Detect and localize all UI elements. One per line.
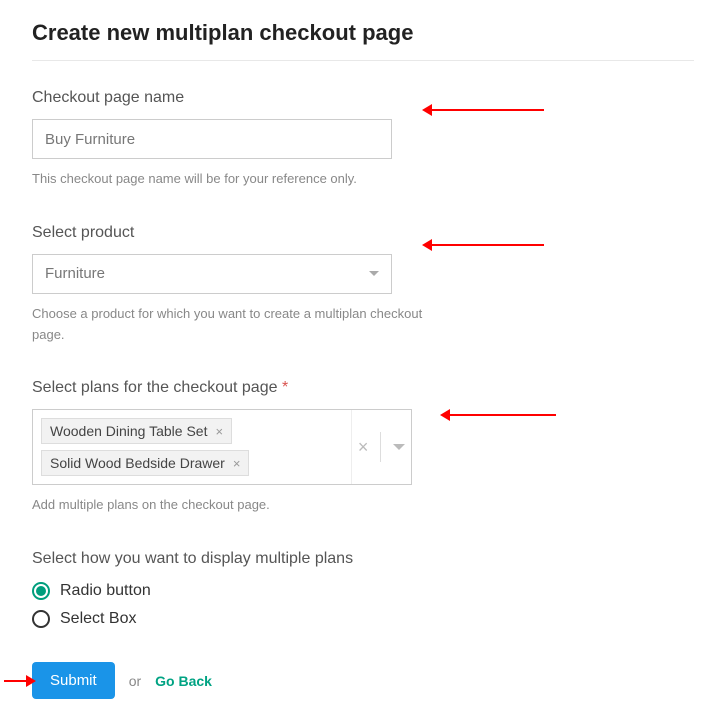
product-label: Select product bbox=[32, 224, 694, 242]
divider bbox=[380, 432, 381, 462]
plan-tag: Wooden Dining Table Set × bbox=[41, 418, 232, 444]
field-select-plans: Select plans for the checkout page * Woo… bbox=[32, 379, 694, 516]
remove-tag-icon[interactable]: × bbox=[215, 424, 223, 439]
radio-label: Select Box bbox=[60, 610, 136, 628]
display-label: Select how you want to display multiple … bbox=[32, 550, 694, 568]
go-back-link[interactable]: Go Back bbox=[155, 673, 212, 689]
form-actions: Submit or Go Back bbox=[32, 662, 694, 699]
product-selected-value: Furniture bbox=[45, 265, 105, 282]
radio-icon bbox=[32, 610, 50, 628]
radio-option-select-box[interactable]: Select Box bbox=[32, 610, 694, 628]
chevron-down-icon bbox=[369, 271, 379, 276]
chevron-down-icon[interactable] bbox=[393, 444, 405, 450]
plan-tag: Solid Wood Bedside Drawer × bbox=[41, 450, 249, 476]
plans-label: Select plans for the checkout page * bbox=[32, 379, 694, 397]
radio-icon bbox=[32, 582, 50, 600]
required-marker: * bbox=[282, 379, 288, 396]
plans-multiselect[interactable]: Wooden Dining Table Set × Solid Wood Bed… bbox=[32, 409, 412, 485]
field-select-product: Select product Furniture Choose a produc… bbox=[32, 224, 694, 346]
product-hint: Choose a product for which you want to c… bbox=[32, 304, 432, 346]
submit-button[interactable]: Submit bbox=[32, 662, 115, 699]
field-display-mode: Select how you want to display multiple … bbox=[32, 550, 694, 628]
field-checkout-name: Checkout page name This checkout page na… bbox=[32, 89, 694, 190]
radio-label: Radio button bbox=[60, 582, 151, 600]
product-select[interactable]: Furniture bbox=[32, 254, 392, 294]
annotation-arrow bbox=[450, 414, 556, 416]
or-text: or bbox=[129, 673, 141, 689]
checkout-name-hint: This checkout page name will be for your… bbox=[32, 169, 432, 190]
clear-all-icon[interactable]: × bbox=[358, 437, 369, 458]
annotation-arrow bbox=[432, 244, 544, 246]
plans-hint: Add multiple plans on the checkout page. bbox=[32, 495, 432, 516]
page-title: Create new multiplan checkout page bbox=[32, 20, 694, 61]
checkout-name-input[interactable] bbox=[32, 119, 392, 159]
annotation-arrow bbox=[432, 109, 544, 111]
annotation-arrow bbox=[4, 680, 26, 682]
remove-tag-icon[interactable]: × bbox=[233, 456, 241, 471]
radio-option-radio-button[interactable]: Radio button bbox=[32, 582, 694, 600]
checkout-name-label: Checkout page name bbox=[32, 89, 694, 107]
